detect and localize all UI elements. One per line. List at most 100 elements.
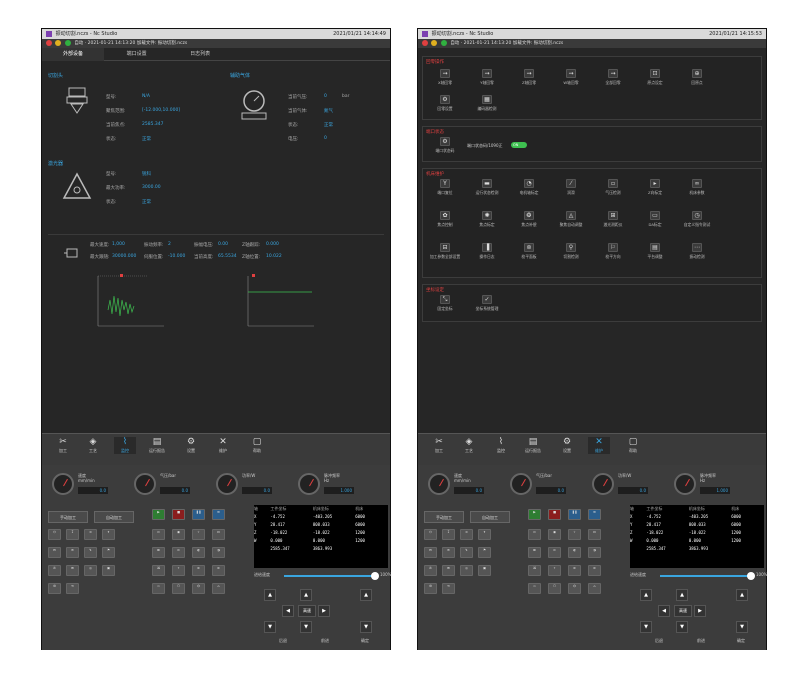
ctrl-button-25[interactable]: ⊗ — [192, 565, 205, 576]
ctrl-button-16[interactable]: ◉ — [548, 529, 561, 540]
confirm-button[interactable]: 确定 — [346, 636, 384, 646]
maint-item-20[interactable]: ▤ 平台调整 — [637, 243, 673, 260]
port-status-button[interactable]: ⚙ 端口状态码 — [427, 137, 463, 154]
jog-z-down-button[interactable]: ▼ — [640, 621, 652, 633]
ctrl-button-27[interactable]: ⎌ — [528, 583, 541, 594]
maint-item-10[interactable]: ❂ 焦点补偿 — [511, 211, 547, 228]
resume-button[interactable]: ≫ — [588, 509, 601, 520]
ctrl-button-13[interactable]: ⚙ — [424, 583, 437, 594]
home-all-button[interactable]: ⇝ 全部回零 — [595, 69, 631, 86]
back-button[interactable]: 后退 — [640, 636, 678, 646]
manual-mode-button[interactable]: 手动加工 — [48, 511, 88, 523]
nav-process[interactable]: ✂ 加工 — [52, 437, 74, 454]
ctrl-button-10[interactable]: ⊞ — [66, 565, 79, 576]
manual-mode-button[interactable]: 手动加工 — [424, 511, 464, 523]
ctrl-button-26[interactable]: ⊛ — [588, 565, 601, 576]
jog-right-button[interactable]: ▶ — [694, 605, 706, 617]
jog-speed-button[interactable]: 高速 — [674, 605, 692, 617]
minimize-dot-icon[interactable] — [431, 39, 438, 46]
ctrl-button-28[interactable]: ⎔ — [172, 583, 185, 594]
ctrl-button-5[interactable]: ⊟ — [424, 547, 437, 558]
ctrl-button-10[interactable]: ⊞ — [442, 565, 455, 576]
ctrl-button-12[interactable]: ▣ — [478, 565, 491, 576]
maint-item-19[interactable]: ⚐ 校平方向 — [595, 243, 631, 260]
ctrl-button-19[interactable]: ⊠ — [528, 547, 541, 558]
slider-handle[interactable] — [747, 572, 755, 580]
ctrl-button-23[interactable]: ⌘ — [152, 565, 165, 576]
jog-z-minus-button[interactable]: ▼ — [360, 621, 372, 633]
ctrl-button-30[interactable]: ⌂ — [212, 583, 225, 594]
ctrl-button-2[interactable]: ↧ — [442, 529, 455, 540]
jog-z-minus-button[interactable]: ▼ — [736, 621, 748, 633]
resume-button[interactable]: ≫ — [212, 509, 225, 520]
maint-item-8[interactable]: ✿ 焦点控制 — [427, 211, 463, 228]
jog-z-plus-button[interactable]: ▲ — [360, 589, 372, 601]
port-toggle-switch[interactable]: ON — [511, 142, 527, 148]
maint-item-21[interactable]: ⋯ 振动检测 — [679, 243, 715, 260]
origin-set-button[interactable]: ⊡ 原点设定 — [637, 69, 673, 86]
ctrl-button-11[interactable]: ◎ — [460, 565, 473, 576]
ctrl-button-4[interactable]: ✦ — [478, 529, 491, 540]
minimize-dot-icon[interactable] — [55, 39, 62, 46]
jog-right-button[interactable]: ▶ — [318, 605, 330, 617]
jog-z-up-button[interactable]: ▲ — [640, 589, 652, 601]
maint-item-13[interactable]: ▭ DA标定 — [637, 211, 673, 228]
ctrl-button-23[interactable]: ⌘ — [528, 565, 541, 576]
ctrl-button-2[interactable]: ↧ — [66, 529, 79, 540]
nav-settings[interactable]: ⚙ 设置 — [180, 437, 202, 454]
maint-item-17[interactable]: ⊚ 校平面板 — [511, 243, 547, 260]
ctrl-button-14[interactable]: ⟲ — [442, 583, 455, 594]
ctrl-button-1[interactable]: ⏻ — [48, 529, 61, 540]
ctrl-button-29[interactable]: ⏣ — [192, 583, 205, 594]
maint-item-15[interactable]: ⊟ 加工参数全部设置 — [427, 243, 463, 260]
pause-button[interactable]: ❚❚ — [568, 509, 581, 520]
ctrl-button-17[interactable]: ✧ — [192, 529, 205, 540]
maint-item-1[interactable]: Y 端口复位 — [427, 179, 463, 196]
ctrl-button-21[interactable]: ◐ — [568, 547, 581, 558]
jog-down-button[interactable]: ▼ — [676, 621, 688, 633]
stop-button[interactable]: ■ — [172, 509, 185, 520]
nav-process[interactable]: ✂ 加工 — [428, 437, 450, 454]
maint-item-5[interactable]: ▫ 气压检测 — [595, 179, 631, 196]
nav-settings[interactable]: ⚙ 设置 — [556, 437, 578, 454]
ctrl-button-12[interactable]: ▣ — [102, 565, 115, 576]
fixed-coord-button[interactable]: ⤡ 固定坐标 — [427, 295, 463, 312]
ctrl-button-8[interactable]: ⚑ — [102, 547, 115, 558]
start-button[interactable]: ▶ — [152, 509, 165, 520]
ctrl-button-27[interactable]: ⎌ — [152, 583, 165, 594]
ctrl-button-13[interactable]: ⚙ — [48, 583, 61, 594]
ctrl-button-9[interactable]: ✇ — [424, 565, 437, 576]
start-button[interactable]: ▶ — [528, 509, 541, 520]
maint-item-12[interactable]: ⊞ 激光测距仪 — [595, 211, 631, 228]
home-w-button[interactable]: ⇝ W轴回零 — [553, 69, 589, 86]
ctrl-button-22[interactable]: ◑ — [212, 547, 225, 558]
ctrl-button-6[interactable]: ⊕ — [66, 547, 79, 558]
maint-item-7[interactable]: ∞ 机床参数 — [679, 179, 715, 196]
tab-external-devices[interactable]: 外部设备 — [42, 48, 104, 61]
ctrl-button-18[interactable]: ⊡ — [212, 529, 225, 540]
maint-item-4[interactable]: ⁄ 润滑 — [553, 179, 589, 196]
nav-help[interactable]: ▢ 帮助 — [622, 437, 644, 454]
ctrl-button-20[interactable]: ⊘ — [548, 547, 561, 558]
ctrl-button-22[interactable]: ◑ — [588, 547, 601, 558]
slider-handle[interactable] — [371, 572, 379, 580]
ctrl-button-11[interactable]: ◎ — [84, 565, 97, 576]
maint-item-18[interactable]: ⚲ 切割检测 — [553, 243, 589, 260]
home-settings-button[interactable]: ⚙ 回零设置 — [427, 95, 463, 112]
maint-item-2[interactable]: ▬ 运行状态检测 — [469, 179, 505, 196]
jog-down-button[interactable]: ▼ — [300, 621, 312, 633]
nav-craft[interactable]: ◈ 工艺 — [82, 437, 104, 454]
ctrl-button-1[interactable]: ⏻ — [424, 529, 437, 540]
ctrl-button-8[interactable]: ⚑ — [478, 547, 491, 558]
tab-port-settings[interactable]: 端口设置 — [106, 48, 168, 61]
maint-item-16[interactable]: ▐ 操作日志 — [469, 243, 505, 260]
nav-report[interactable]: ▤ 运行报告 — [146, 437, 168, 454]
ctrl-button-19[interactable]: ⊠ — [152, 547, 165, 558]
ctrl-button-15[interactable]: ⊙ — [152, 529, 165, 540]
ctrl-button-25[interactable]: ⊗ — [568, 565, 581, 576]
close-dot-icon[interactable] — [422, 39, 428, 46]
ctrl-button-20[interactable]: ⊘ — [172, 547, 185, 558]
maximize-dot-icon[interactable] — [64, 39, 71, 46]
ctrl-button-24[interactable]: ⌖ — [548, 565, 561, 576]
ctrl-button-3[interactable]: ≡ — [84, 529, 97, 540]
